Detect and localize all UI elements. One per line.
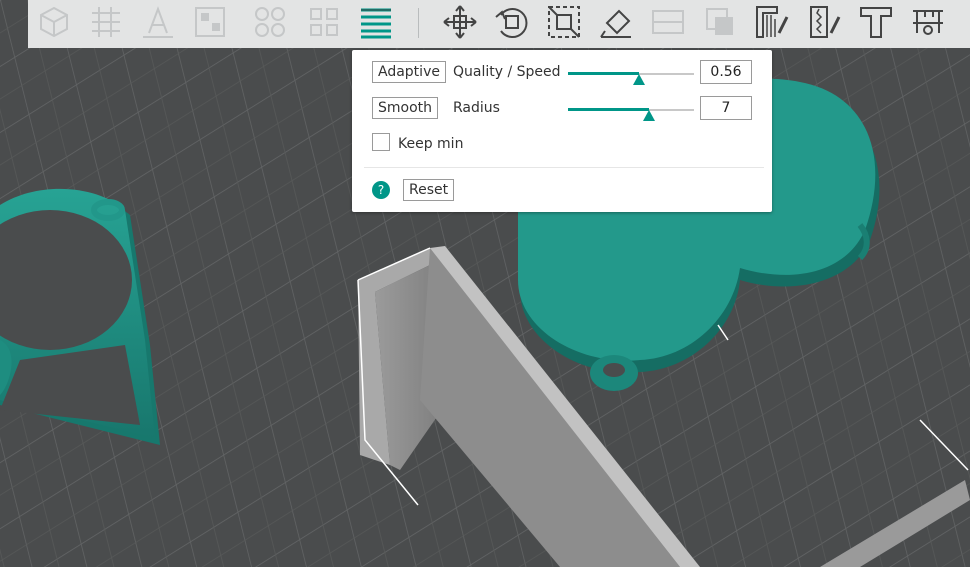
radius-label: Radius [453, 100, 500, 116]
rotate-icon[interactable] [492, 2, 532, 42]
top-toolbar [28, 0, 970, 48]
keep-min-checkbox[interactable] [372, 133, 390, 151]
support-paint-icon[interactable] [752, 2, 792, 42]
adaptive-button[interactable]: Adaptive [372, 61, 446, 83]
scale-icon[interactable] [544, 2, 584, 42]
slider-thumb[interactable] [633, 74, 645, 85]
quality-speed-slider[interactable] [568, 66, 694, 85]
text-tool-icon[interactable] [856, 2, 896, 42]
reset-button[interactable]: Reset [403, 179, 455, 201]
toolbar-separator [418, 8, 419, 38]
smooth-button[interactable]: Smooth [372, 97, 439, 119]
radius-value[interactable]: 7 [700, 96, 752, 120]
help-icon[interactable]: ? [372, 181, 390, 199]
mesh-boolean-icon[interactable] [700, 2, 740, 42]
split-parts-icon[interactable] [304, 2, 344, 42]
seam-paint-icon[interactable] [804, 2, 844, 42]
variable-layer-height-panel: Adaptive Quality / Speed 0.56 Smooth Rad… [352, 50, 772, 212]
text-a-icon[interactable] [138, 2, 178, 42]
radius-slider[interactable] [568, 102, 694, 121]
arrange-icon[interactable] [86, 2, 126, 42]
measure-icon[interactable] [908, 2, 948, 42]
panel-divider [364, 167, 764, 168]
layers-variable-icon[interactable] [356, 2, 396, 42]
slider-fill [568, 108, 649, 111]
keep-min-label: Keep min [398, 136, 464, 152]
cut-icon[interactable] [648, 2, 688, 42]
layout-icon[interactable] [190, 2, 230, 42]
lay-on-face-icon[interactable] [596, 2, 636, 42]
slider-fill [568, 72, 639, 75]
quality-speed-value[interactable]: 0.56 [700, 60, 752, 84]
move-icon[interactable] [440, 2, 480, 42]
slider-thumb[interactable] [643, 110, 655, 121]
split-objects-icon[interactable] [250, 2, 290, 42]
quality-speed-label: Quality / Speed [453, 64, 561, 80]
add-cube-icon[interactable] [34, 2, 74, 42]
